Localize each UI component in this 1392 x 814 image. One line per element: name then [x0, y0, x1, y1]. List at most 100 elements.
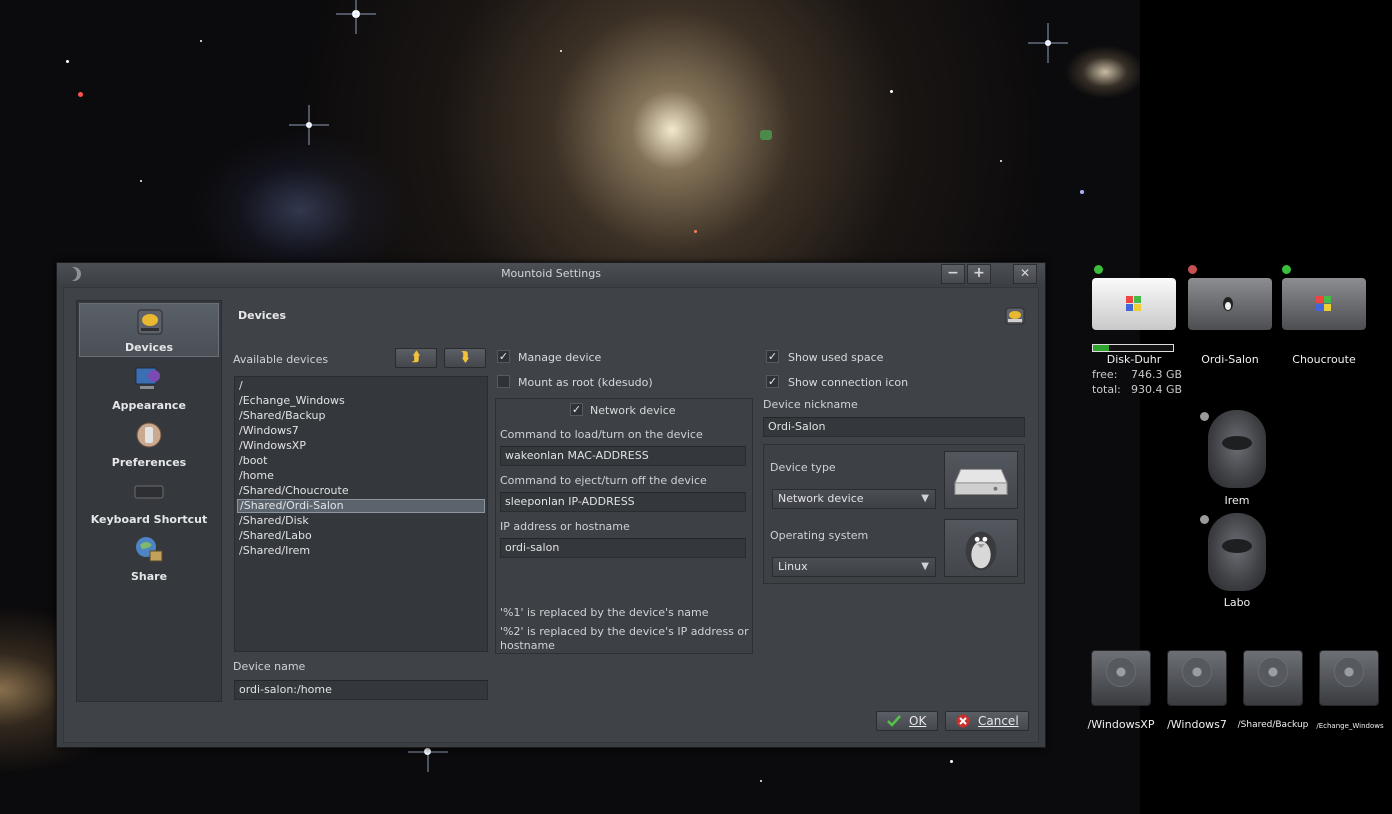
- ok-button[interactable]: OK: [876, 711, 938, 731]
- list-item[interactable]: /Shared/Irem: [237, 544, 485, 558]
- cancel-button[interactable]: Cancel: [945, 711, 1029, 731]
- load-command-label: Command to load/turn on the device: [500, 428, 703, 441]
- sidebar-item-share[interactable]: Share: [79, 531, 219, 585]
- host-field[interactable]: ordi-salon: [500, 538, 746, 558]
- preferences-icon: [136, 422, 162, 448]
- load-command-field[interactable]: wakeonlan MAC-ADDRESS: [500, 446, 746, 466]
- list-item[interactable]: /WindowsXP: [237, 439, 485, 453]
- device-type-value: Network device: [778, 492, 864, 505]
- tux-penguin-icon: [965, 531, 997, 571]
- star: [66, 60, 69, 63]
- device-type-select[interactable]: Network device ▼: [772, 489, 936, 509]
- network-device-checkbox[interactable]: ✓: [570, 403, 583, 416]
- star: [950, 760, 953, 763]
- labo-remote-icon[interactable]: [1208, 513, 1266, 591]
- manage-device-label: Manage device: [518, 351, 602, 364]
- sidebar-item-preferences[interactable]: Preferences: [79, 417, 219, 471]
- settings-sidebar: Devices Appearance Preferences Keyboard …: [76, 300, 222, 702]
- sidebar-item-keyboard-shortcut[interactable]: Keyboard Shortcut: [79, 474, 219, 528]
- window-title: Mountoid Settings: [501, 267, 601, 280]
- appearance-icon: [135, 367, 160, 389]
- network-drive-icon: [954, 468, 1008, 495]
- available-devices-label: Available devices: [233, 353, 329, 366]
- drive-label: /Echange_Windows: [1316, 722, 1384, 730]
- device-name-label: Device name: [233, 660, 306, 673]
- keyboard-icon: [134, 485, 164, 499]
- manage-device-checkbox[interactable]: ✓: [497, 350, 510, 363]
- device-name-field[interactable]: ordi-salon:/home: [234, 680, 488, 700]
- note-ip-address: '%2' is replaced by the device's IP addr…: [500, 625, 749, 638]
- settings-content: Devices Appearance Preferences Keyboard …: [63, 287, 1039, 743]
- operating-system-icon-button[interactable]: [944, 519, 1018, 577]
- sidebar-item-devices[interactable]: Devices: [79, 303, 219, 357]
- show-connection-icon-label: Show connection icon: [788, 376, 909, 389]
- choucroute-drive-icon[interactable]: [1282, 278, 1366, 330]
- title-bar[interactable]: Mountoid Settings − + ✕: [57, 263, 1045, 285]
- chevron-down-icon: ▼: [921, 493, 929, 504]
- list-item[interactable]: /: [237, 379, 485, 393]
- list-item[interactable]: /Shared/Choucroute: [237, 484, 485, 498]
- status-led: [1094, 265, 1103, 274]
- mount-as-root-checkbox[interactable]: [497, 375, 510, 388]
- backup-disk-icon[interactable]: [1243, 650, 1303, 706]
- network-tray-icon[interactable]: [760, 130, 772, 140]
- echange-windows-disk-icon[interactable]: [1319, 650, 1379, 706]
- irem-remote-icon[interactable]: [1208, 410, 1266, 488]
- mount-as-root-label: Mount as root (kdesudo): [518, 376, 653, 389]
- free-label: free:: [1092, 368, 1118, 381]
- minimize-button[interactable]: −: [941, 264, 965, 284]
- list-item[interactable]: /Shared/Disk: [237, 514, 485, 528]
- list-item-selected[interactable]: /Shared/Ordi-Salon: [237, 499, 485, 513]
- close-button[interactable]: ✕: [1013, 264, 1037, 284]
- ordi-salon-drive-icon[interactable]: [1188, 278, 1272, 330]
- list-item[interactable]: /Windows7: [237, 424, 485, 438]
- star: [140, 180, 142, 182]
- list-item[interactable]: /home: [237, 469, 485, 483]
- hard-drive-icon: [137, 309, 163, 335]
- status-led: [1282, 265, 1291, 274]
- list-item[interactable]: /Shared/Labo: [237, 529, 485, 543]
- windows-logo-icon: [1316, 296, 1331, 311]
- drive-label: Labo: [1223, 596, 1251, 609]
- show-used-space-checkbox[interactable]: ✓: [766, 350, 779, 363]
- star: [1045, 40, 1051, 46]
- available-devices-list[interactable]: / /Echange_Windows /Shared/Backup /Windo…: [234, 376, 488, 652]
- sidebar-item-appearance[interactable]: Appearance: [79, 360, 219, 414]
- hard-drive-icon: [1005, 307, 1025, 325]
- star: [352, 10, 360, 18]
- operating-system-value: Linux: [778, 560, 808, 573]
- drive-label: Disk-Duhr: [1106, 353, 1162, 366]
- star: [200, 40, 202, 42]
- network-device-label: Network device: [590, 404, 676, 417]
- sidebar-item-label: Devices: [124, 341, 174, 354]
- eject-command-field[interactable]: sleeponlan IP-ADDRESS: [500, 492, 746, 512]
- star: [1080, 190, 1084, 194]
- section-title: Devices: [238, 309, 287, 322]
- device-type-icon-button[interactable]: [944, 451, 1018, 509]
- disk-duhr-drive-icon[interactable]: [1092, 278, 1176, 330]
- move-up-button[interactable]: ⮭: [395, 348, 437, 368]
- operating-system-select[interactable]: Linux ▼: [772, 557, 936, 577]
- status-led: [1200, 515, 1209, 524]
- show-used-space-label: Show used space: [788, 351, 884, 364]
- windows7-disk-icon[interactable]: [1167, 650, 1227, 706]
- device-nickname-field[interactable]: Ordi-Salon: [763, 417, 1025, 437]
- show-connection-icon-checkbox[interactable]: ✓: [766, 375, 779, 388]
- list-item[interactable]: /Shared/Backup: [237, 409, 485, 423]
- operating-system-label: Operating system: [770, 529, 869, 542]
- network-device-group: ✓ Network device Command to load/turn on…: [495, 398, 753, 654]
- device-type-label: Device type: [770, 461, 836, 474]
- move-down-button[interactable]: ⮯: [444, 348, 486, 368]
- cancel-button-label: Cancel: [978, 714, 1019, 728]
- star: [1000, 160, 1002, 162]
- drive-label: Ordi-Salon: [1201, 353, 1259, 366]
- list-item[interactable]: /boot: [237, 454, 485, 468]
- list-item[interactable]: /Echange_Windows: [237, 394, 485, 408]
- drive-label: /Windows7: [1167, 718, 1227, 731]
- maximize-button[interactable]: +: [967, 264, 991, 284]
- device-type-group: Device type Network device ▼ Operating s…: [763, 444, 1025, 584]
- arrow-down-icon: ⮯: [461, 350, 469, 365]
- drive-label: /WindowsXP: [1087, 718, 1155, 731]
- windowsxp-disk-icon[interactable]: [1091, 650, 1151, 706]
- free-value: 746.3 GB: [1131, 368, 1183, 381]
